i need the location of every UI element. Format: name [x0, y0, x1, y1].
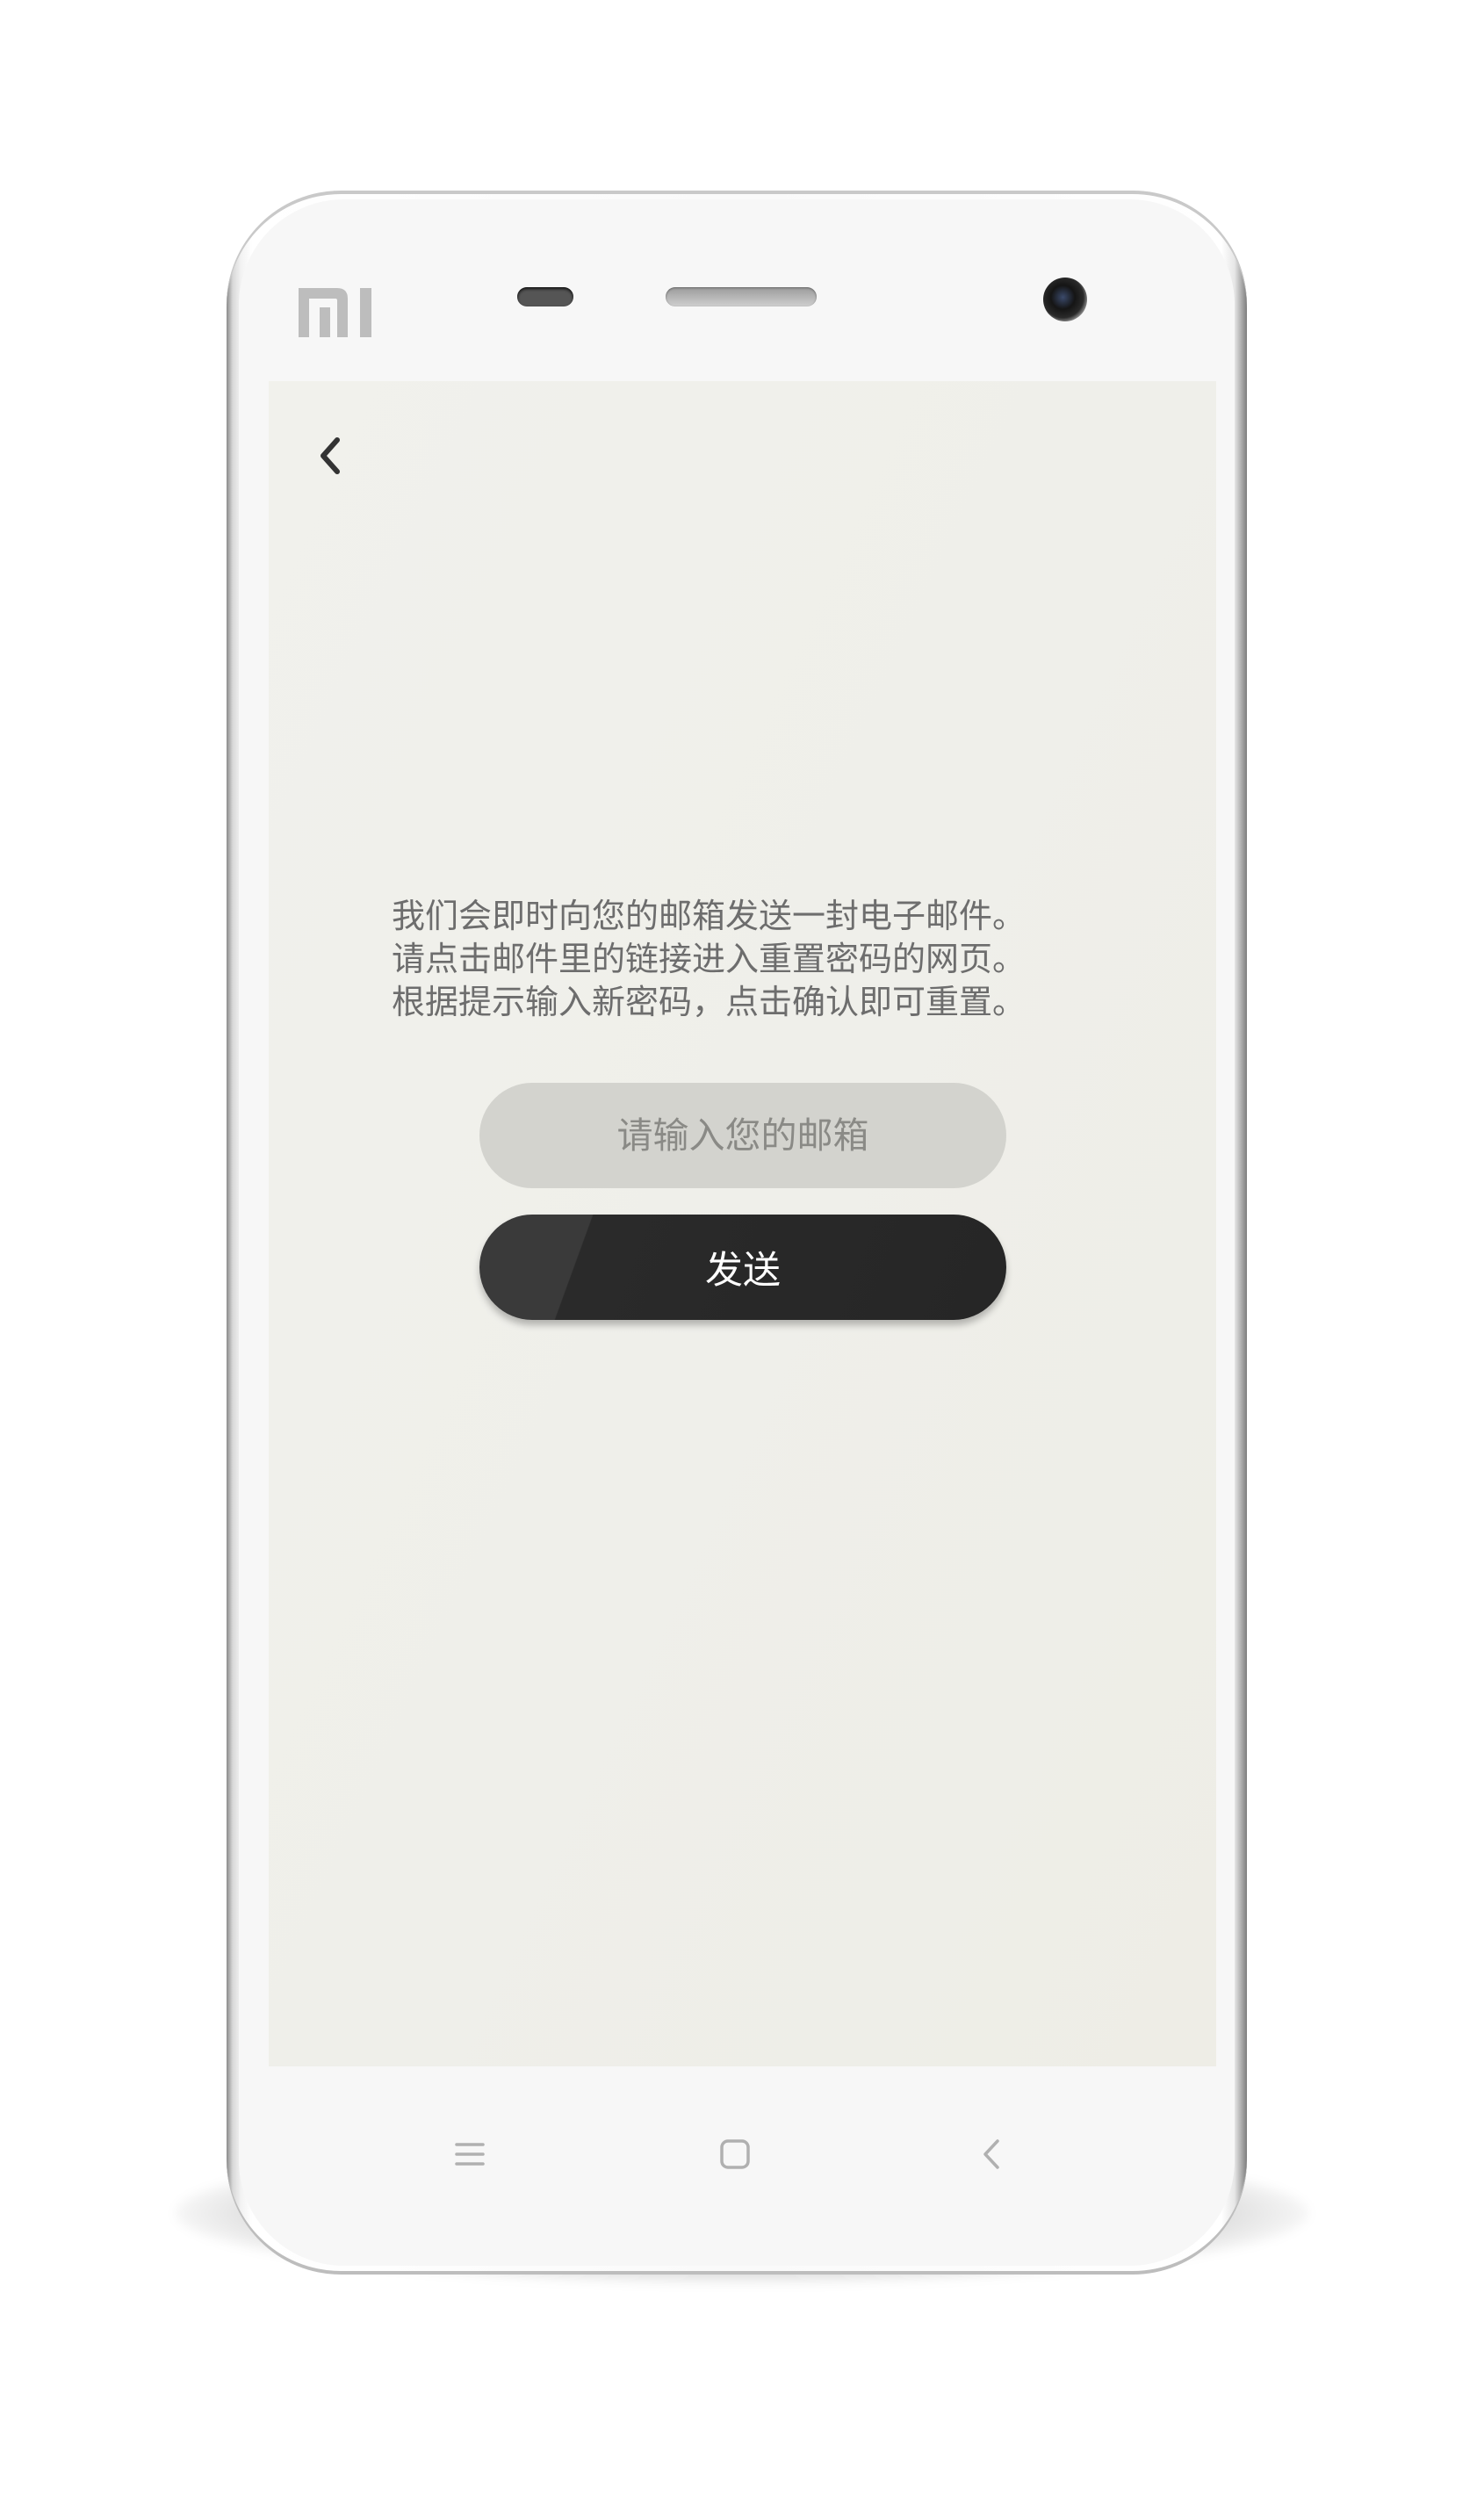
- send-button-label: 发送: [705, 1249, 781, 1293]
- home-button[interactable]: [704, 2123, 766, 2185]
- mi-logo-icon: [299, 288, 371, 337]
- navigation-bar: [0, 2123, 1484, 2203]
- back-button[interactable]: [304, 429, 357, 482]
- send-button[interactable]: 发送: [479, 1215, 1006, 1320]
- front-camera: [1043, 278, 1087, 321]
- menu-button[interactable]: [439, 2123, 501, 2185]
- menu-icon: [455, 2143, 485, 2166]
- back-icon: [983, 2139, 999, 2169]
- instruction-line-3: 根据提示输入新密码，点击确认即可重置。: [392, 983, 1027, 1021]
- home-icon: [720, 2139, 750, 2169]
- stage: 我们会即时向您的邮箱发送一封电子邮件。 请点击邮件里的链接进入重置密码的网页。 …: [0, 0, 1484, 2509]
- earpiece-speaker: [666, 287, 817, 306]
- instruction-line-1: 我们会即时向您的邮箱发送一封电子邮件。: [392, 897, 1027, 935]
- email-field[interactable]: [479, 1083, 1006, 1188]
- instruction-line-2: 请点击邮件里的链接进入重置密码的网页。: [392, 940, 1027, 978]
- app-screen: 我们会即时向您的邮箱发送一封电子邮件。 请点击邮件里的链接进入重置密码的网页。 …: [269, 381, 1216, 2066]
- proximity-sensor: [517, 287, 573, 306]
- chevron-left-icon: [321, 437, 340, 474]
- instruction-text: 我们会即时向您的邮箱发送一封电子邮件。 请点击邮件里的链接进入重置密码的网页。 …: [392, 895, 1094, 1024]
- system-back-button[interactable]: [961, 2123, 1022, 2185]
